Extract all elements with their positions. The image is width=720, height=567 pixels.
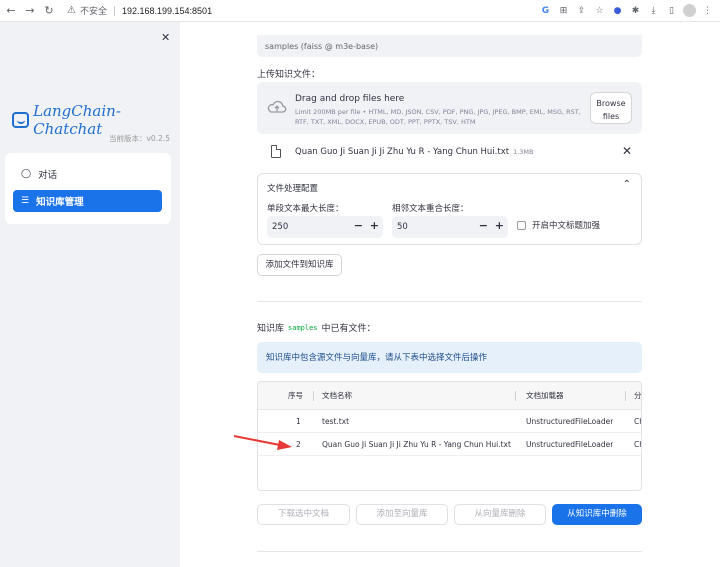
add-to-kb-button[interactable]: 添加文件到知识库 bbox=[257, 254, 342, 276]
browser-toolbar: ← → ↻ ⚠ 不安全 192.168.199.154:8501 G ⊞ ⇪ ☆… bbox=[0, 0, 720, 22]
red-arrow-annotation bbox=[233, 435, 292, 450]
browse-files-button[interactable]: Browse files bbox=[590, 92, 632, 124]
uploaded-file-name: Quan Guo Ji Suan Ji Ji Zhu Yu R - Yang C… bbox=[295, 147, 533, 157]
google-icon[interactable]: G bbox=[539, 4, 552, 17]
row-extra: Ch bbox=[634, 416, 641, 426]
upload-label: 上传知识文件： bbox=[257, 70, 321, 80]
database-icon: ☰ bbox=[21, 196, 30, 206]
overlap-input[interactable]: 50 − + bbox=[392, 216, 508, 238]
column-header[interactable]: 序号 bbox=[288, 382, 303, 409]
chunk-size-value[interactable]: 250 bbox=[272, 222, 288, 232]
column-separator[interactable] bbox=[625, 391, 626, 401]
table-row[interactable]: 2 Quan Guo Ji Suan Ji Ji Zhu Yu R - Yang… bbox=[258, 433, 641, 456]
remove-file-icon[interactable]: ✕ bbox=[622, 144, 632, 158]
remove-from-vector-store-button[interactable]: 从向量库删除 bbox=[454, 504, 546, 525]
row-number: 1 bbox=[296, 416, 301, 426]
delete-from-kb-button[interactable]: 从知识库中删除 bbox=[552, 504, 642, 525]
sidebar-menu: ◯ 对话 ☰ 知识库管理 bbox=[5, 153, 171, 224]
profile-avatar[interactable] bbox=[683, 4, 696, 17]
url-text[interactable]: 192.168.199.154:8501 bbox=[122, 6, 212, 16]
row-loader: UnstructuredFileLoader bbox=[526, 416, 614, 426]
kb-file-table: 序号 文档名称 文档加载器 分 1 test.txt UnstructuredF… bbox=[257, 381, 642, 491]
bookmark-star-icon[interactable]: ☆ bbox=[593, 4, 606, 17]
column-separator[interactable] bbox=[313, 391, 314, 401]
download-selected-button[interactable]: 下载选中文档 bbox=[257, 504, 350, 525]
uploaded-file-row: Quan Guo Ji Suan Ji Ji Zhu Yu R - Yang C… bbox=[257, 142, 642, 164]
kb-name-code: samples bbox=[288, 323, 318, 332]
chunk-size-input[interactable]: 250 − + bbox=[267, 216, 383, 238]
translate-icon[interactable]: ⊞ bbox=[557, 4, 570, 17]
sidebar-item-label: 对话 bbox=[38, 170, 58, 181]
checkbox-box[interactable] bbox=[517, 220, 526, 230]
processing-config-expander: 文件处理配置 ⌃ 单段文本最大长度： 250 − + 相邻文本重合长度： 50 … bbox=[257, 173, 642, 245]
dropzone-subtitle: Limit 200MB per file • HTML, MD, JSON, C… bbox=[295, 108, 581, 126]
extension-blue-icon[interactable]: ● bbox=[611, 4, 624, 17]
dropzone-title: Drag and drop files here bbox=[295, 94, 405, 104]
row-loader: UnstructuredFileLoader bbox=[526, 439, 614, 449]
download-icon[interactable]: ⤓ bbox=[647, 4, 660, 17]
add-to-vector-store-button[interactable]: 添加至向量库 bbox=[356, 504, 448, 525]
forward-icon[interactable]: → bbox=[22, 3, 38, 19]
minus-icon[interactable]: − bbox=[354, 219, 363, 232]
kb-files-heading: 知识库 samples 中已有文件： bbox=[257, 321, 376, 335]
file-icon bbox=[271, 145, 281, 158]
chunk-size-label: 单段文本最大长度： bbox=[267, 204, 344, 214]
table-header: 序号 文档名称 文档加载器 分 bbox=[258, 382, 641, 410]
kb-heading-prefix: 知识库 bbox=[257, 324, 285, 334]
kb-heading-suffix: 中已有文件： bbox=[321, 324, 376, 334]
insecure-label: 不安全 bbox=[79, 7, 107, 17]
sidebar-item-kb-management[interactable]: ☰ 知识库管理 bbox=[13, 190, 162, 212]
divider bbox=[257, 301, 642, 302]
file-name-text: Quan Guo Ji Suan Ji Ji Zhu Yu R - Yang C… bbox=[295, 147, 510, 157]
extensions-puzzle-icon[interactable]: ✱ bbox=[629, 4, 642, 17]
version-label: 当前版本：v0.2.5 bbox=[108, 134, 170, 143]
overlap-value[interactable]: 50 bbox=[397, 222, 408, 232]
reload-icon[interactable]: ↻ bbox=[41, 3, 57, 19]
cloud-upload-icon bbox=[267, 100, 287, 113]
address-divider bbox=[113, 5, 115, 16]
close-icon[interactable]: ✕ bbox=[161, 31, 170, 44]
back-icon[interactable]: ← bbox=[3, 3, 19, 19]
column-header[interactable]: 文档名称 bbox=[322, 382, 352, 409]
plus-icon[interactable]: + bbox=[370, 219, 379, 232]
column-separator[interactable] bbox=[515, 391, 516, 401]
file-dropzone[interactable]: Drag and drop files here Limit 200MB per… bbox=[257, 82, 642, 134]
sidebar-item-chat[interactable]: ◯ 对话 bbox=[13, 163, 162, 185]
chat-bubble-icon: ◯ bbox=[21, 169, 32, 179]
row-doc-name: test.txt bbox=[322, 416, 350, 426]
kb-select-value: samples (faiss @ m3e-base) bbox=[265, 42, 379, 51]
divider bbox=[257, 551, 642, 552]
row-extra: Ch bbox=[634, 439, 641, 449]
column-header[interactable]: 分 bbox=[634, 382, 641, 409]
zh-title-checkbox[interactable]: 开启中文标题加强 bbox=[517, 219, 600, 231]
chat-logo-icon bbox=[12, 112, 30, 128]
expander-title[interactable]: 文件处理配置 bbox=[267, 182, 318, 194]
sidebar-item-label: 知识库管理 bbox=[36, 197, 84, 208]
kebab-menu-icon[interactable]: ⋮ bbox=[701, 4, 714, 17]
file-size: 1.3MB bbox=[513, 148, 534, 156]
side-panel-icon[interactable]: ▯ bbox=[665, 4, 678, 17]
sidebar: ✕ LangChain-Chatchat 当前版本：v0.2.5 ◯ 对话 ☰ … bbox=[0, 22, 180, 567]
row-doc-name: Quan Guo Ji Suan Ji Ji Zhu Yu R - Yang C… bbox=[322, 439, 511, 449]
plus-icon[interactable]: + bbox=[495, 219, 504, 232]
warning-icon: ⚠ bbox=[67, 5, 76, 16]
address-bar[interactable]: ⚠ 不安全 192.168.199.154:8501 bbox=[67, 2, 539, 20]
info-alert: 知识库中包含源文件与向量库，请从下表中选择文件后操作 bbox=[257, 342, 642, 373]
minus-icon[interactable]: − bbox=[479, 219, 488, 232]
main-content: samples (faiss @ m3e-base) 上传知识文件： Drag … bbox=[180, 22, 720, 567]
row-number: 2 bbox=[296, 439, 301, 449]
kb-select[interactable]: samples (faiss @ m3e-base) bbox=[257, 35, 642, 57]
chevron-up-icon[interactable]: ⌃ bbox=[623, 179, 631, 190]
overlap-label: 相邻文本重合长度： bbox=[392, 204, 469, 214]
zh-title-label: 开启中文标题加强 bbox=[532, 221, 601, 231]
table-row[interactable]: 1 test.txt UnstructuredFileLoader Ch bbox=[258, 410, 641, 433]
column-header[interactable]: 文档加载器 bbox=[526, 382, 564, 409]
share-icon[interactable]: ⇪ bbox=[575, 4, 588, 17]
